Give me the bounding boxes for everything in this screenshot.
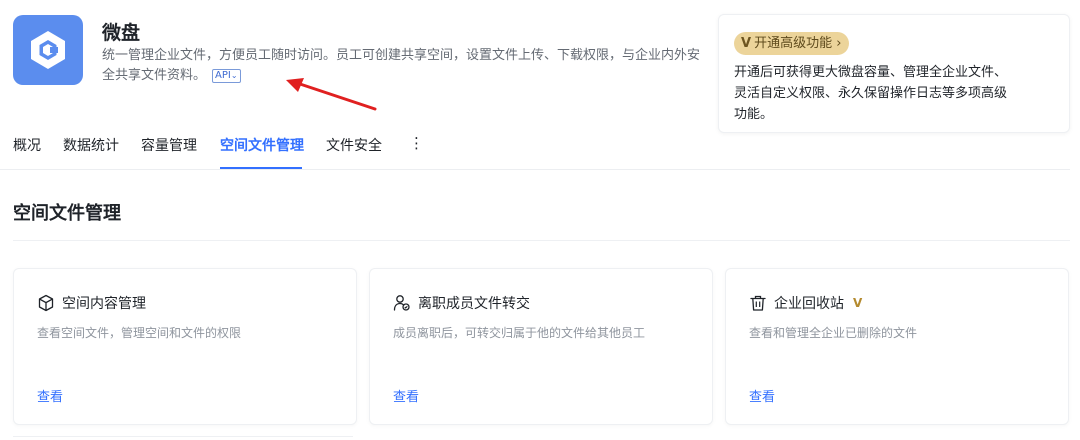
- view-link[interactable]: 查看: [749, 386, 775, 405]
- view-link[interactable]: 查看: [393, 386, 419, 405]
- card-description: 查看和管理全企业已删除的文件: [749, 326, 918, 340]
- feature-card-departed-transfer: 离职成员文件转交 成员离职后，可转交归属于他的文件给其他员工 查看: [369, 268, 713, 425]
- next-card-edge: [13, 436, 353, 440]
- card-header: 空间内容管理: [37, 293, 146, 313]
- app-description: 统一管理企业文件，方便员工随时访问。员工可创建共享空间，设置文件上传、下载权限，…: [102, 46, 702, 86]
- card-header: 企业回收站 V: [749, 293, 862, 313]
- upgrade-promo-card: V 开通高级功能 › 开通后可获得更大微盘容量、管理全企业文件、灵活自定义权限、永…: [718, 14, 1070, 133]
- user-transfer-icon: [393, 295, 410, 311]
- card-title: 企业回收站: [774, 296, 844, 312]
- tab-capacity[interactable]: 容量管理: [141, 135, 197, 155]
- feature-card-space-content: 空间内容管理 查看空间文件，管理空间和文件的权限 查看: [13, 268, 357, 425]
- view-link[interactable]: 查看: [37, 386, 63, 405]
- tab-bar: 概况 数据统计 容量管理 空间文件管理 文件安全 ⋮: [0, 128, 1070, 170]
- api-tag-label: API: [215, 70, 231, 81]
- chevron-down-icon: ⌄: [230, 71, 238, 80]
- vip-badge-icon: V: [853, 296, 863, 310]
- app-description-text: 统一管理企业文件，方便员工随时访问。员工可创建共享空间，设置文件上传、下载权限，…: [102, 48, 701, 83]
- app-logo: [13, 15, 83, 85]
- upgrade-button[interactable]: V 开通高级功能 ›: [734, 32, 850, 55]
- tab-file-security[interactable]: 文件安全: [326, 135, 382, 155]
- card-header: 离职成员文件转交: [393, 293, 530, 313]
- card-description: 成员离职后，可转交归属于他的文件给其他员工: [393, 326, 646, 340]
- section-divider: [13, 240, 1070, 241]
- card-title: 空间内容管理: [62, 296, 146, 312]
- upgrade-button-label: 开通高级功能 ›: [754, 36, 842, 51]
- tab-space-file-management[interactable]: 空间文件管理: [220, 135, 304, 155]
- card-description: 查看空间文件，管理空间和文件的权限: [37, 326, 242, 340]
- tab-data-stats[interactable]: 数据统计: [63, 135, 119, 155]
- upgrade-promo-text: 开通后可获得更大微盘容量、管理全企业文件、灵活自定义权限、永久保留操作日志等多项…: [734, 65, 1008, 122]
- cube-icon: [38, 294, 54, 312]
- app-name: 微盘: [102, 22, 141, 44]
- section-title: 空间文件管理: [13, 203, 121, 224]
- active-tab-indicator: [220, 167, 302, 169]
- more-tabs-icon[interactable]: ⋮: [409, 134, 424, 152]
- annotation-arrow: [286, 78, 377, 111]
- feature-card-recycle-bin: 企业回收站 V 查看和管理全企业已删除的文件 查看: [725, 268, 1069, 425]
- api-tag[interactable]: API⌄: [212, 69, 241, 83]
- weipan-logo-icon: [31, 31, 65, 69]
- trash-icon: [750, 295, 766, 311]
- card-title: 离职成员文件转交: [418, 296, 530, 312]
- vip-badge-icon: V: [741, 36, 752, 51]
- tab-overview[interactable]: 概况: [13, 135, 41, 155]
